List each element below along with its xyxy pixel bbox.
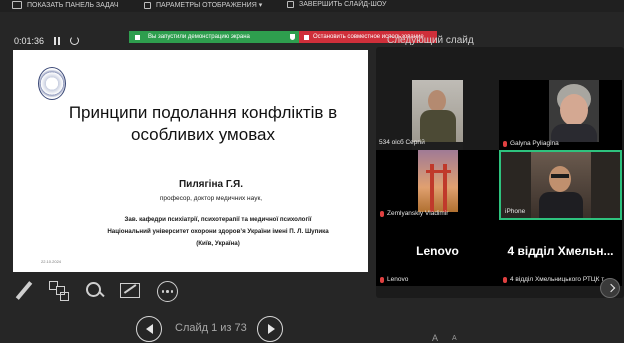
participant-name: iPhone [505, 208, 526, 215]
end-show-icon [287, 1, 294, 8]
slide-counter: Слайд 1 из 73 [175, 322, 247, 334]
increase-font-button[interactable]: A [432, 333, 438, 343]
participant-video [531, 152, 591, 218]
sharing-notice: Вы запустили демонстрацию экрана [129, 31, 299, 43]
affiliation-line: Національний університет охорони здоров’… [107, 228, 329, 235]
participant-tile[interactable]: Zemlyanskiy Vladimir [376, 150, 499, 220]
participant-name: 534 оісб Сергій [379, 139, 425, 146]
participant-name: 4 відділ Хмельницького РТЦК т... [503, 276, 609, 283]
zoom-participants-panel: 534 оісб Сергій Galyna Pyliagina Zemlyan… [376, 47, 624, 298]
affiliation-line: (Київ, Україна) [196, 240, 240, 247]
gear-icon [144, 1, 151, 9]
share-status-icon [135, 34, 140, 40]
participant-tile-active[interactable]: iPhone [499, 150, 622, 220]
end-slideshow-button[interactable]: ЗАВЕРШИТЬ СЛАЙД-ШОУ [287, 1, 387, 8]
taskbar-icon [12, 1, 22, 9]
stop-icon [304, 34, 309, 40]
magnify-icon[interactable] [85, 281, 105, 301]
participant-tile[interactable]: Galyna Pyliagina [499, 80, 622, 150]
decrease-font-button[interactable]: A [452, 335, 457, 342]
participant-tile[interactable]: 4 відділ Хмельн... 4 відділ Хмельницьког… [499, 220, 622, 286]
author-position: професор, доктор медичних наук, [159, 195, 263, 202]
participant-name: Galyna Pyliagina [503, 140, 559, 147]
next-slide-label: Следующий слайд [387, 35, 474, 46]
slide-date: 22.10.2024 [41, 259, 62, 264]
mic-muted-icon [380, 210, 384, 217]
participant-display-name: 4 відділ Хмельн... [507, 244, 614, 258]
mic-muted-icon [503, 276, 507, 283]
participant-video [418, 150, 458, 212]
show-taskbar-label: ПОКАЗАТЬ ПАНЕЛЬ ЗАДАЧ [27, 1, 119, 9]
mic-muted-icon [380, 276, 384, 283]
see-all-slides-icon[interactable] [49, 281, 69, 301]
participant-name: Lenovo [380, 276, 408, 283]
black-screen-icon[interactable] [120, 281, 140, 301]
more-options-icon[interactable] [157, 281, 178, 302]
pen-icon[interactable] [13, 281, 33, 301]
participant-display-name: Lenovo [416, 244, 459, 258]
pause-icon[interactable] [54, 37, 60, 45]
next-page-arrow-icon[interactable] [600, 278, 620, 298]
end-slideshow-label: ЗАВЕРШИТЬ СЛАЙД-ШОУ [299, 1, 387, 8]
presentation-timer: 0:01:36 [14, 36, 45, 46]
display-settings-button[interactable]: ПАРАМЕТРЫ ОТОБРАЖЕНИЯ ▾ [144, 1, 262, 9]
shield-icon [290, 34, 295, 40]
grid-cell [60, 292, 69, 301]
current-slide[interactable]: Принципи подолання конфліктів в особливи… [13, 50, 368, 272]
author-affiliation: Зав. кафедри психіатрії, психотерапії та… [93, 214, 343, 250]
sharing-notice-text: Вы запустили демонстрацию экрана [148, 34, 250, 40]
display-settings-label: ПАРАМЕТРЫ ОТОБРАЖЕНИЯ ▾ [156, 2, 263, 9]
university-emblem [38, 67, 66, 100]
show-taskbar-button[interactable]: ПОКАЗАТЬ ПАНЕЛЬ ЗАДАЧ [12, 1, 119, 9]
previous-slide-button[interactable] [136, 316, 162, 342]
participant-video [549, 80, 599, 142]
next-slide-button[interactable] [257, 316, 283, 342]
presenter-toolbar: ПОКАЗАТЬ ПАНЕЛЬ ЗАДАЧ ПАРАМЕТРЫ ОТОБРАЖЕ… [0, 0, 624, 12]
participant-name: Zemlyanskiy Vladimir [380, 210, 448, 217]
participant-tile[interactable]: Lenovo Lenovo [376, 220, 499, 286]
mic-muted-icon [503, 140, 507, 147]
slide-author: Пилягіна Г.Я. [178, 179, 243, 190]
reset-timer-icon[interactable] [70, 36, 79, 45]
slide-title: Принципи подолання конфліктів в особливи… [68, 103, 338, 144]
affiliation-line: Зав. кафедри психіатрії, психотерапії та… [124, 216, 312, 223]
participant-video [412, 80, 463, 142]
